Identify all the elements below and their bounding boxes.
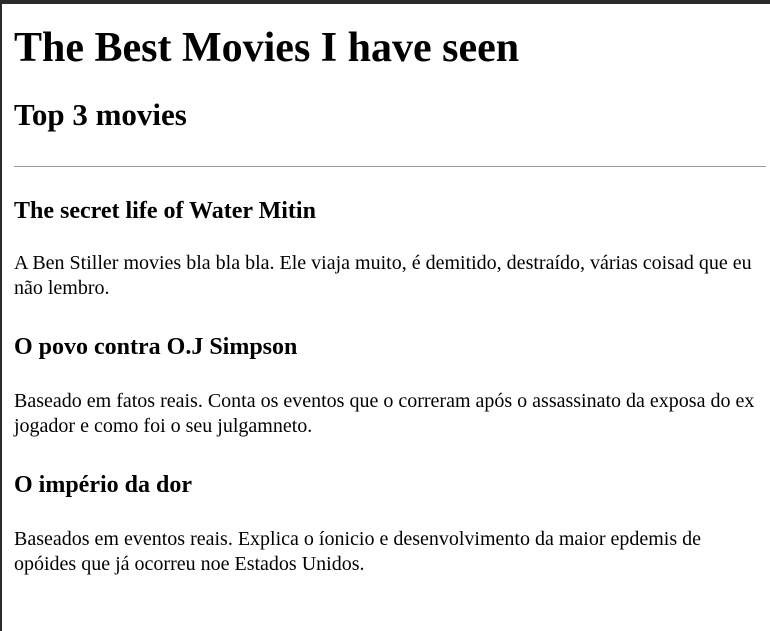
movie-description: Baseado em fatos reais. Conta os eventos… xyxy=(14,390,755,437)
page-title: The Best Movies I have seen xyxy=(14,25,520,71)
movie-description: Baseados em eventos reais. Explica o íon… xyxy=(14,528,702,575)
movie-title: O povo contra O.J Simpson xyxy=(14,334,298,360)
page-content: The Best Movies I have seen Top 3 movies… xyxy=(2,21,766,577)
movie-description: A Ben Stiller movies bla bla bla. Ele vi… xyxy=(14,252,752,299)
movie-item: O povo contra O.J Simpson Baseado em fat… xyxy=(14,331,766,439)
movie-title: O império da dor xyxy=(14,472,192,498)
section-divider xyxy=(14,166,766,167)
movie-item: O império da dor Baseados em eventos rea… xyxy=(14,469,766,577)
movie-title: The secret life of Water Mitin xyxy=(14,198,316,224)
movie-item: The secret life of Water Mitin A Ben Sti… xyxy=(14,195,766,301)
page-subtitle: Top 3 movies xyxy=(14,97,187,132)
